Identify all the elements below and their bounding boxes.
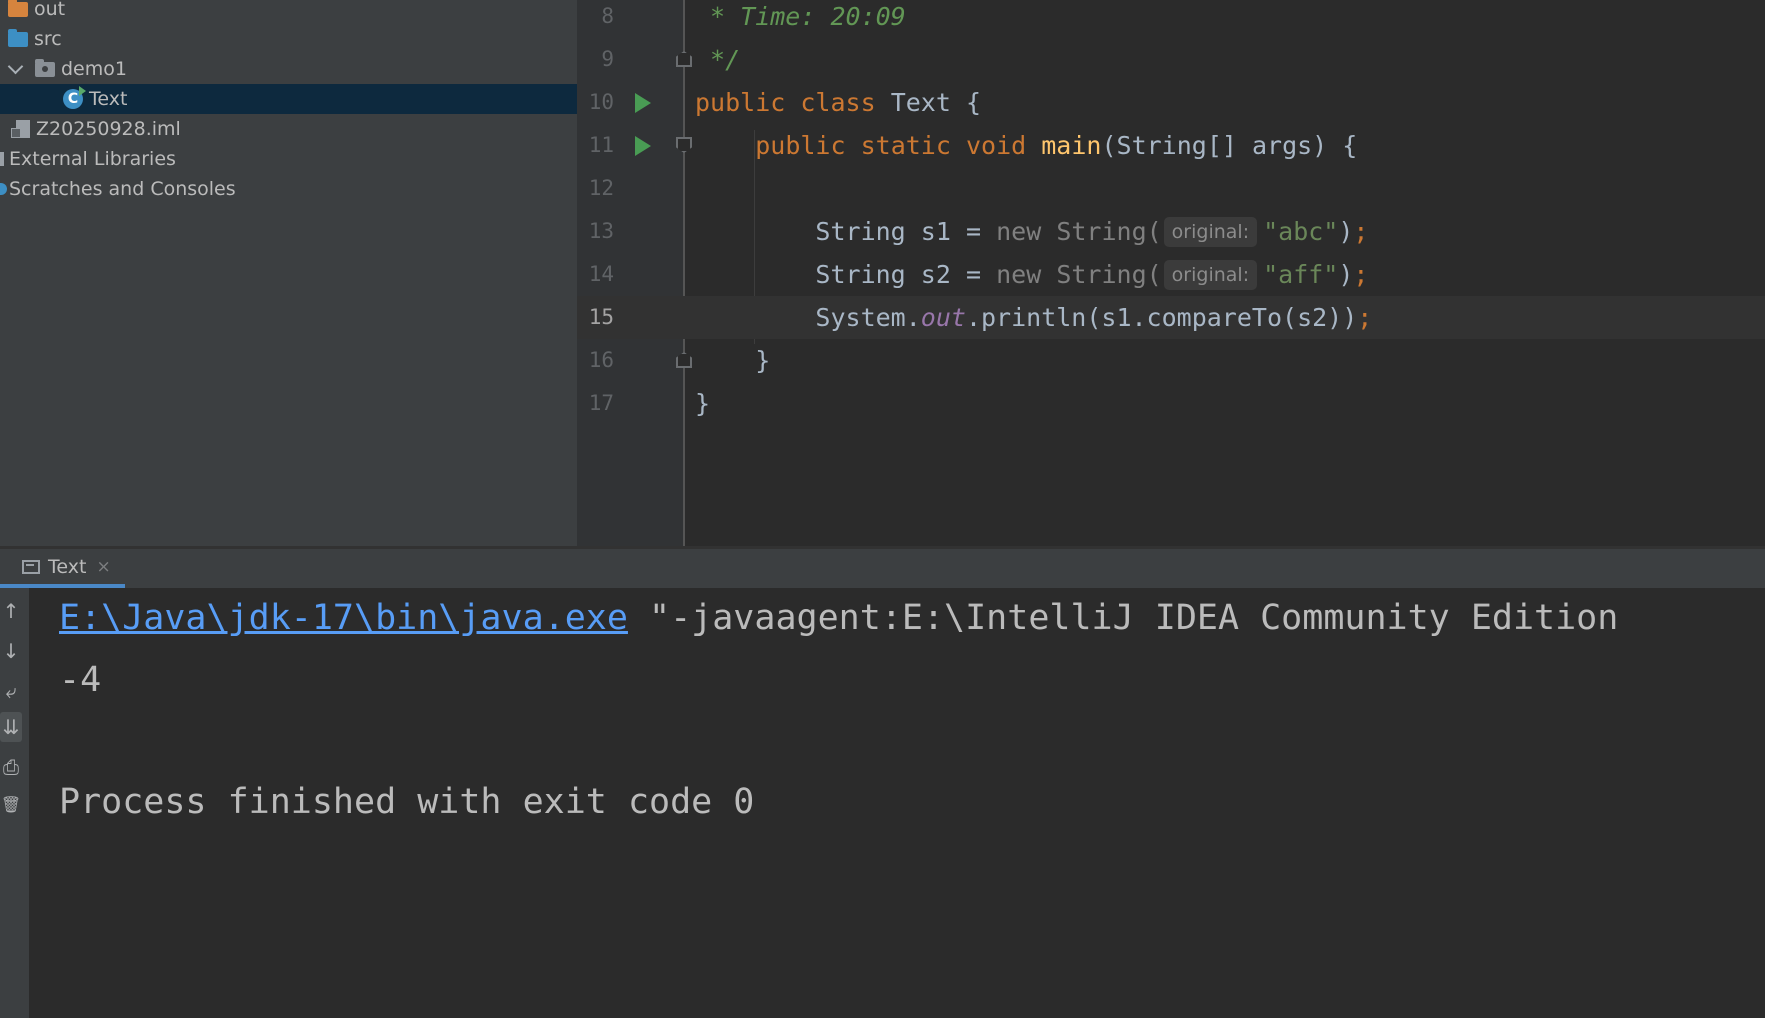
tree-item-label: Text: [89, 88, 128, 110]
line-number: 8: [601, 4, 614, 28]
soft-wrap-icon[interactable]: ⤶: [0, 676, 22, 706]
source-folder-icon: [8, 28, 28, 47]
tree-item-label: out: [34, 0, 66, 20]
line-number: 17: [588, 391, 614, 415]
code-line-9[interactable]: 9 */: [577, 38, 1765, 81]
tree-item-label: Z20250928.iml: [36, 118, 181, 140]
fold-start-icon[interactable]: [676, 137, 692, 153]
line-number: 16: [588, 348, 614, 372]
iml-file-icon: [11, 120, 30, 138]
line-number: 15: [588, 305, 614, 329]
java-exe-link[interactable]: E:\Java\jdk-17\bin\java.exe: [59, 598, 628, 638]
tree-item-iml-file[interactable]: Z20250928.iml: [0, 114, 577, 144]
tree-item-src[interactable]: src: [0, 24, 577, 54]
command-args: "-javaagent:E:\IntelliJ IDEA Community E…: [627, 598, 1619, 638]
code-line-12[interactable]: 12: [577, 167, 1765, 210]
code-text: public static void main(String[] args) {: [755, 131, 1358, 160]
console-command-line: E:\Java\jdk-17\bin\java.exe "-javaagent:…: [59, 598, 1618, 638]
line-number: 12: [588, 176, 614, 200]
code-line-15[interactable]: 15 System.out.println(s1.compareTo(s2));: [577, 296, 1765, 339]
tree-item-label: demo1: [61, 58, 127, 80]
run-tool-window-header: Text ×: [0, 546, 1765, 588]
console-icon: [22, 559, 40, 574]
close-icon[interactable]: ×: [96, 557, 110, 577]
chevron-down-icon[interactable]: [7, 58, 24, 74]
tree-item-out[interactable]: out: [0, 0, 577, 24]
console-output-value: -4: [59, 660, 102, 700]
down-arrow-icon[interactable]: ↓: [0, 636, 22, 666]
scroll-to-end-icon[interactable]: ⇊: [0, 712, 22, 742]
code-editor[interactable]: 8 * Time: 20:09 9 */ 10 public class Tex…: [577, 0, 1765, 546]
line-number: 9: [601, 47, 614, 71]
parameter-hint: original:: [1163, 217, 1258, 247]
line-number: 10: [588, 90, 614, 114]
console-output[interactable]: E:\Java\jdk-17\bin\java.exe "-javaagent:…: [29, 588, 1765, 1018]
code-text: String s1 = new String(original: "abc");: [815, 217, 1369, 247]
code-line-8[interactable]: 8 * Time: 20:09: [577, 0, 1765, 38]
run-tab-text[interactable]: Text ×: [0, 549, 125, 588]
code-line-10[interactable]: 10 public class Text {: [577, 81, 1765, 124]
code-text: }: [695, 389, 711, 418]
package-folder-icon: [35, 58, 55, 77]
up-arrow-icon[interactable]: ↑: [0, 596, 22, 626]
tree-item-text-class[interactable]: C Text: [0, 84, 577, 114]
tree-item-scratches[interactable]: Scratches and Consoles: [0, 174, 577, 204]
run-toolbar: ↑ ↓ ⤶ ⇊ ⎙ 🗑: [0, 588, 29, 1018]
line-number: 13: [588, 219, 614, 243]
tree-item-label: External Libraries: [9, 148, 176, 170]
code-text: }: [755, 346, 771, 375]
libraries-icon: [0, 152, 4, 166]
code-text: System.out.println(s1.compareTo(s2));: [815, 303, 1373, 332]
tree-item-external-libraries[interactable]: External Libraries: [0, 144, 577, 174]
fold-end-icon[interactable]: [676, 51, 692, 67]
tree-item-demo1[interactable]: demo1: [0, 54, 577, 84]
print-icon[interactable]: ⎙: [0, 752, 22, 782]
run-class-icon[interactable]: [635, 93, 651, 113]
parameter-hint: original:: [1163, 260, 1258, 290]
project-tree-panel: out src demo1 C Text Z20250928.iml Exter…: [0, 0, 577, 546]
code-text: String s2 = new String(original: "aff");: [815, 260, 1369, 290]
comment-text: */: [695, 45, 741, 74]
code-line-17[interactable]: 17 }: [577, 382, 1765, 425]
folder-icon: [8, 0, 28, 17]
run-tab-label: Text: [48, 555, 87, 578]
code-text: public class Text {: [695, 88, 982, 117]
code-line-11[interactable]: 11 public static void main(String[] args…: [577, 124, 1765, 167]
tree-item-label: Scratches and Consoles: [9, 178, 236, 200]
java-class-icon: C: [63, 86, 86, 109]
line-number: 11: [588, 133, 614, 157]
comment-text: * Time: 20:09: [695, 2, 906, 31]
code-line-13[interactable]: 13 String s1 = new String(original: "abc"…: [577, 210, 1765, 253]
trash-icon[interactable]: 🗑: [0, 790, 22, 820]
run-main-icon[interactable]: [635, 136, 651, 156]
line-number: 14: [588, 262, 614, 286]
code-line-16[interactable]: 16 }: [577, 339, 1765, 382]
console-exit-message: Process finished with exit code 0: [59, 782, 755, 822]
scratches-icon: [0, 183, 7, 195]
code-line-14[interactable]: 14 String s2 = new String(original: "aff"…: [577, 253, 1765, 296]
tree-item-label: src: [34, 28, 62, 50]
fold-end-icon[interactable]: [676, 352, 692, 368]
